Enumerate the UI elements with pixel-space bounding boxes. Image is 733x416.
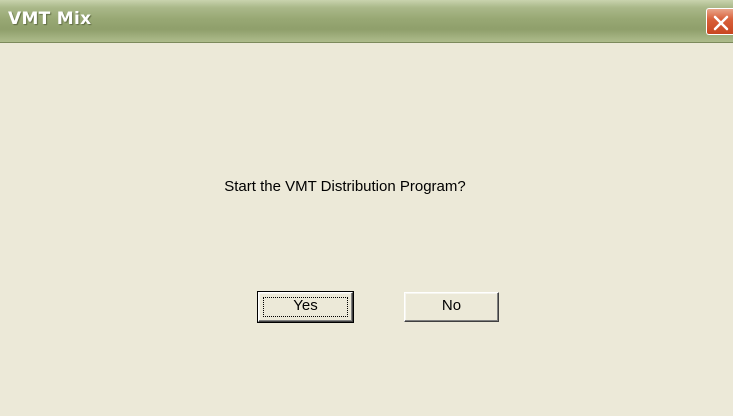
no-button-label: No xyxy=(441,297,462,314)
dialog-message: Start the VMT Distribution Program? xyxy=(224,178,466,195)
dialog-window: VMT Mix Start the VMT Distribution Progr… xyxy=(0,0,733,416)
close-icon xyxy=(713,15,729,31)
title-bar[interactable]: VMT Mix xyxy=(0,0,733,43)
close-button[interactable] xyxy=(706,8,733,35)
window-title: VMT Mix xyxy=(8,9,92,29)
yes-button-label: Yes xyxy=(293,297,318,314)
yes-button[interactable]: Yes xyxy=(257,291,354,323)
no-button[interactable]: No xyxy=(404,292,499,322)
